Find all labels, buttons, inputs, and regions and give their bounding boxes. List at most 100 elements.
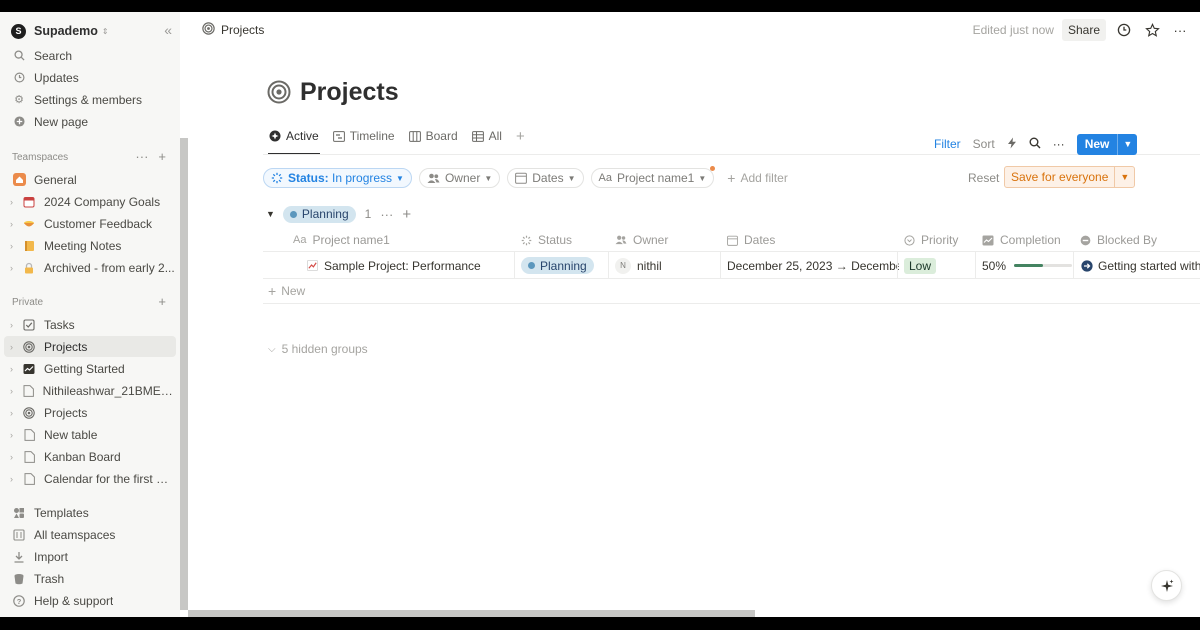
breadcrumb[interactable]: Projects <box>202 22 264 38</box>
sidebar-item-tasks[interactable]: › Tasks <box>4 314 176 335</box>
save-for-everyone-label[interactable]: Save for everyone <box>1005 167 1114 187</box>
sidebar-item-archived[interactable]: › Archived - from early 2... <box>4 257 176 278</box>
workspace-switcher[interactable]: S Supademo ⇕ « <box>0 20 180 42</box>
column-divider <box>720 252 721 279</box>
add-teamspace-icon[interactable]: + <box>158 149 166 164</box>
chevron-right-icon[interactable]: › <box>10 241 20 251</box>
chevron-right-icon[interactable]: › <box>10 386 19 396</box>
history-icon[interactable] <box>1114 23 1134 37</box>
sidebar-item-company-goals[interactable]: › 2024 Company Goals <box>4 191 176 212</box>
sidebar-item-new-page[interactable]: New page <box>4 111 176 132</box>
group-name: Planning <box>301 207 349 221</box>
reset-button[interactable]: Reset <box>968 171 999 185</box>
table-row[interactable]: Sample Project: Performance Planning N n… <box>263 252 1200 279</box>
chevron-right-icon[interactable]: › <box>10 342 20 352</box>
sidebar-item-settings[interactable]: ⚙ Settings & members <box>4 89 176 110</box>
arrow-right-circle-icon <box>1081 259 1093 272</box>
sidebar-item-search[interactable]: Search <box>4 45 176 66</box>
cell-project-name[interactable]: Sample Project: Performance <box>307 252 481 279</box>
chevron-down-icon[interactable]: ▼ <box>1117 133 1137 155</box>
workspace-name: Supademo <box>34 24 98 38</box>
chevron-right-icon[interactable]: › <box>10 263 20 273</box>
chevron-down-icon[interactable]: ▼ <box>1114 167 1134 187</box>
project-name-filter-chip[interactable]: Aa Project name1 ▼ <box>590 166 716 188</box>
search-icon[interactable] <box>1029 137 1041 152</box>
dates-filter-chip[interactable]: Dates ▼ <box>507 168 584 188</box>
collapse-triangle-icon[interactable]: ▼ <box>266 209 275 219</box>
add-view-icon[interactable]: + <box>516 126 525 146</box>
cell-owner[interactable]: N nithil <box>615 252 662 279</box>
new-button-label[interactable]: New <box>1077 137 1118 151</box>
add-new-row-button[interactable]: + New <box>263 279 1200 304</box>
column-header-completion[interactable]: Completion <box>982 228 1061 252</box>
horizontal-scrollbar[interactable] <box>188 610 755 617</box>
sidebar-item-projects[interactable]: › Projects <box>4 402 176 423</box>
tab-label: All <box>488 129 502 143</box>
page-target-icon[interactable] <box>267 80 291 107</box>
chevron-right-icon[interactable]: › <box>10 452 20 462</box>
chevron-right-icon[interactable]: › <box>10 430 20 440</box>
sidebar-item-import[interactable]: Import <box>4 546 176 567</box>
chevron-right-icon[interactable]: › <box>10 320 20 330</box>
more-icon[interactable]: ··· <box>1170 23 1190 38</box>
new-button[interactable]: New ▼ <box>1076 133 1138 155</box>
sidebar-item-label: Trash <box>34 571 65 586</box>
cell-dates[interactable]: December 25, 2023 → December 31 <box>727 252 899 279</box>
page-title[interactable]: Projects <box>300 78 399 107</box>
column-header-status[interactable]: Status <box>521 228 572 252</box>
cell-completion[interactable]: 50% <box>982 252 1073 279</box>
tab-all[interactable]: All <box>471 126 502 146</box>
chevron-right-icon[interactable]: › <box>10 197 20 207</box>
sidebar-scrollbar[interactable] <box>180 138 188 610</box>
add-filter-button[interactable]: + Add filter <box>727 170 788 186</box>
sidebar-item-label: Getting Started <box>44 361 125 376</box>
share-button[interactable]: Share <box>1061 19 1106 41</box>
sidebar-item-meeting-notes[interactable]: › Meeting Notes <box>4 235 176 256</box>
tab-timeline[interactable]: Timeline <box>332 126 395 146</box>
chevron-right-icon[interactable]: › <box>10 474 20 484</box>
sidebar-item-trash[interactable]: Trash <box>4 568 176 589</box>
filter-button[interactable]: Filter <box>934 137 961 151</box>
column-header-owner[interactable]: Owner <box>615 228 668 252</box>
sidebar-item-calendar[interactable]: › Calendar for the first m... <box>4 468 176 489</box>
sidebar-item-updates[interactable]: Updates <box>4 67 176 88</box>
chevron-right-icon[interactable]: › <box>10 364 20 374</box>
star-icon[interactable] <box>1142 22 1162 38</box>
sidebar-item-templates[interactable]: Templates <box>4 502 176 523</box>
cell-blocked-by[interactable]: Getting started with <box>1081 252 1200 279</box>
sidebar-item-general[interactable]: General <box>4 169 176 190</box>
more-icon[interactable]: ··· <box>380 207 393 222</box>
tab-board[interactable]: Board <box>408 126 458 146</box>
hidden-groups-toggle[interactable]: ⌵ 5 hidden groups <box>268 342 368 356</box>
page-icon <box>22 428 36 442</box>
automation-lightning-icon[interactable] <box>1007 137 1017 152</box>
sidebar-item-help[interactable]: ? Help & support <box>4 590 176 611</box>
sidebar-item-nithileashwar[interactable]: › Nithileashwar_21BME10... <box>4 380 176 401</box>
sidebar-item-getting-started[interactable]: › Getting Started <box>4 358 176 379</box>
cell-status[interactable]: Planning <box>521 252 594 279</box>
column-header-blocked-by[interactable]: Blocked By <box>1080 228 1157 252</box>
status-filter-chip[interactable]: Status: In progress ▼ <box>263 168 412 188</box>
owner-filter-chip[interactable]: Owner ▼ <box>418 168 501 188</box>
more-icon[interactable]: ··· <box>135 149 148 164</box>
more-icon[interactable]: ··· <box>1053 137 1065 151</box>
add-page-icon[interactable]: + <box>158 294 166 309</box>
sidebar-item-kanban-board[interactable]: › Kanban Board <box>4 446 176 467</box>
column-header-dates[interactable]: Dates <box>727 228 775 252</box>
save-for-everyone-button[interactable]: Save for everyone ▼ <box>1004 166 1136 188</box>
ai-assistant-button[interactable] <box>1151 570 1182 601</box>
sidebar-item-projects-active[interactable]: › Projects <box>4 336 176 357</box>
sidebar-item-new-table[interactable]: › New table <box>4 424 176 445</box>
cell-priority[interactable]: Low <box>904 252 937 279</box>
sidebar-item-all-teamspaces[interactable]: All teamspaces <box>4 524 176 545</box>
add-row-icon[interactable]: + <box>402 206 411 223</box>
column-label: Priority <box>921 233 959 247</box>
chevron-right-icon[interactable]: › <box>10 408 20 418</box>
column-header-priority[interactable]: Priority <box>904 228 958 252</box>
sidebar-item-customer-feedback[interactable]: › Customer Feedback <box>4 213 176 234</box>
sort-button[interactable]: Sort <box>973 137 995 151</box>
chevron-right-icon[interactable]: › <box>10 219 20 229</box>
collapse-sidebar-icon[interactable]: « <box>164 22 172 38</box>
column-header-project-name[interactable]: Aa Project name1 <box>293 228 390 252</box>
tab-active[interactable]: Active <box>269 126 319 146</box>
